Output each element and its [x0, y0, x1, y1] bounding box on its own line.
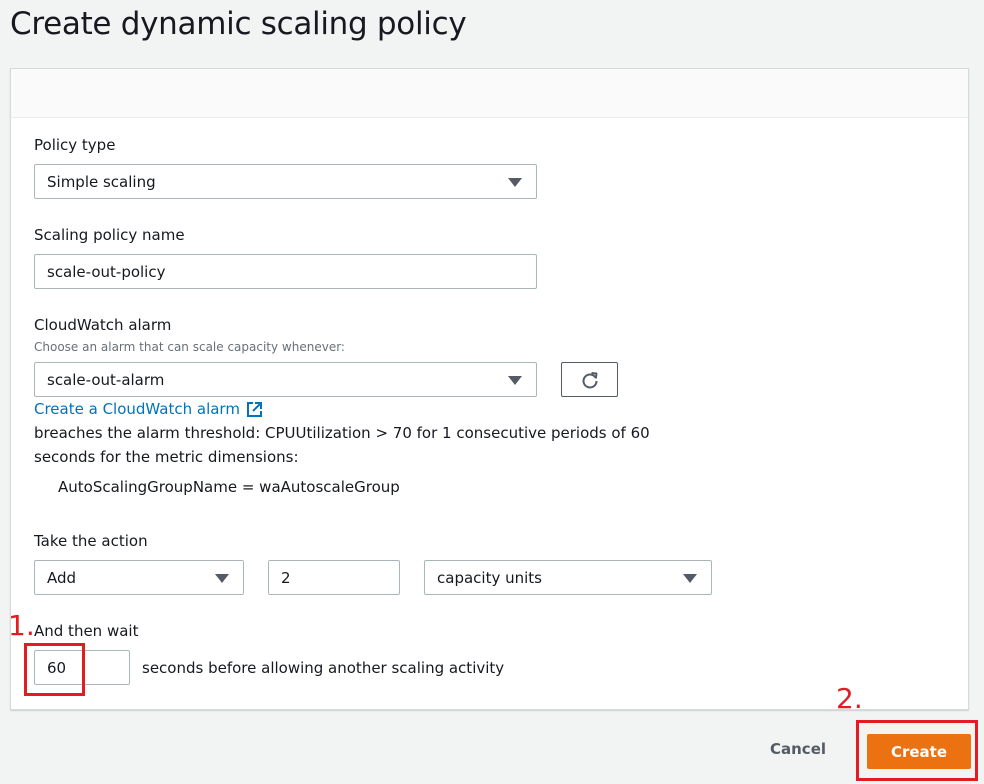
- annotation-step-1: 1.: [8, 609, 35, 642]
- action-amount-input[interactable]: 2: [268, 560, 400, 595]
- policy-type-label: Policy type: [34, 136, 116, 154]
- alarm-value: scale-out-alarm: [47, 370, 165, 389]
- policy-name-input[interactable]: scale-out-policy: [34, 254, 537, 289]
- caret-down-icon: [508, 178, 522, 187]
- external-link-icon: [246, 401, 262, 417]
- policy-type-select[interactable]: Simple scaling: [34, 164, 537, 199]
- create-alarm-link[interactable]: Create a CloudWatch alarm: [34, 400, 263, 418]
- wait-label: And then wait: [34, 622, 139, 640]
- alarm-description: Choose an alarm that can scale capacity …: [34, 340, 345, 354]
- caret-down-icon: [215, 574, 229, 583]
- action-amount-value: 2: [281, 568, 291, 587]
- create-button[interactable]: Create: [867, 734, 971, 769]
- policy-name-value: scale-out-policy: [47, 262, 166, 281]
- alarm-breach-text-2: seconds for the metric dimensions:: [34, 448, 299, 466]
- caret-down-icon: [508, 376, 522, 385]
- action-operation-value: Add: [47, 568, 77, 587]
- wait-suffix-text: seconds before allowing another scaling …: [142, 659, 505, 677]
- alarm-select[interactable]: scale-out-alarm: [34, 362, 537, 397]
- policy-name-label: Scaling policy name: [34, 226, 185, 244]
- create-alarm-link-label: Create a CloudWatch alarm: [34, 400, 240, 418]
- action-unit-select[interactable]: capacity units: [424, 560, 712, 595]
- refresh-alarms-button[interactable]: [561, 362, 618, 397]
- panel-header: [11, 69, 968, 118]
- refresh-icon: [582, 371, 597, 388]
- policy-type-value: Simple scaling: [47, 172, 156, 191]
- page-title: Create dynamic scaling policy: [10, 6, 467, 42]
- action-unit-value: capacity units: [437, 568, 542, 587]
- action-operation-select[interactable]: Add: [34, 560, 244, 595]
- alarm-breach-text-1: breaches the alarm threshold: CPUUtiliza…: [34, 424, 650, 442]
- alarm-dimension-text: AutoScalingGroupName = waAutoscaleGroup: [58, 478, 400, 496]
- action-label: Take the action: [34, 532, 148, 550]
- caret-down-icon: [683, 574, 697, 583]
- annotation-step-2: 2.: [836, 682, 863, 715]
- annotation-box-1: [24, 643, 85, 696]
- cancel-button[interactable]: Cancel: [770, 740, 826, 758]
- alarm-label: CloudWatch alarm: [34, 316, 172, 334]
